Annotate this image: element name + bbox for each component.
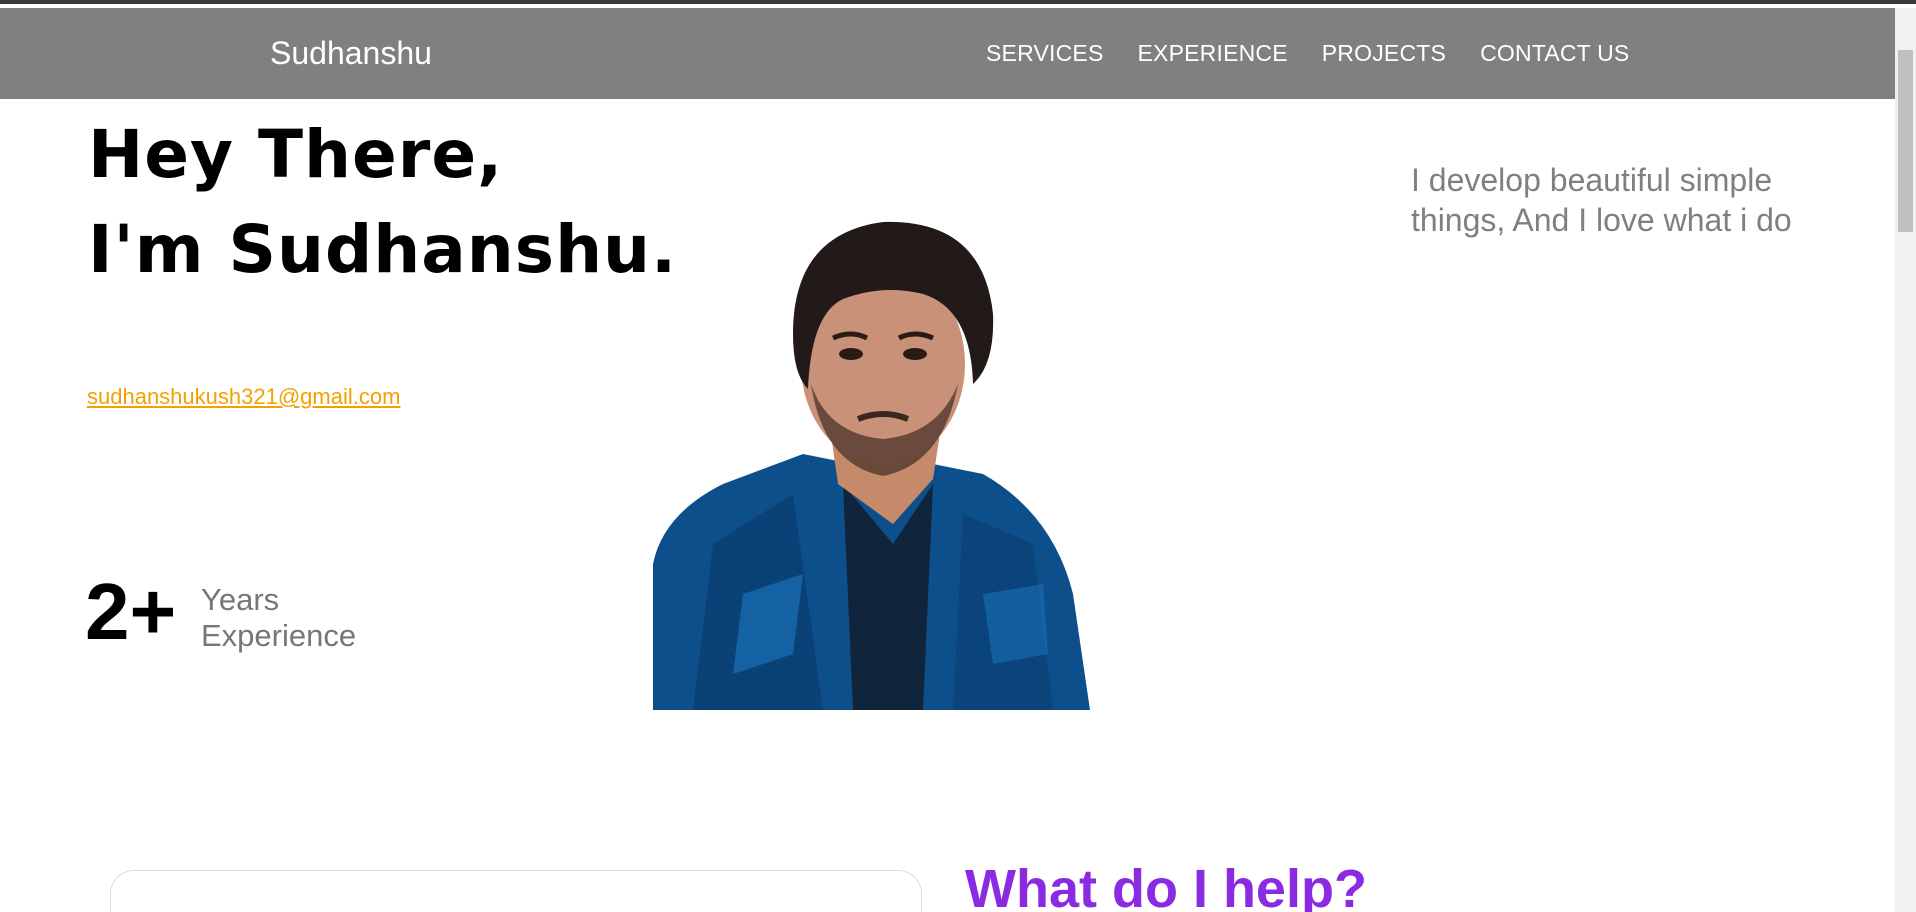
- profile-photo: [653, 221, 1090, 710]
- brand-logo[interactable]: Sudhanshu: [270, 35, 432, 72]
- left-eye: [839, 348, 863, 360]
- nav-link-experience[interactable]: EXPERIENCE: [1138, 40, 1288, 67]
- nav-link-contact[interactable]: CONTACT US: [1480, 40, 1629, 67]
- hero-greeting: Hey There,: [88, 116, 504, 193]
- jacket-highlight-right: [983, 584, 1048, 664]
- service-card-title: [261, 901, 451, 912]
- email-link[interactable]: sudhanshukush321@gmail.com: [87, 384, 400, 410]
- page-scrollbar[interactable]: [1895, 8, 1916, 912]
- experience-count: 2+: [85, 567, 177, 656]
- nav-menu: SERVICES EXPERIENCE PROJECTS CONTACT US: [986, 40, 1629, 67]
- nav-link-services[interactable]: SERVICES: [986, 40, 1104, 67]
- top-navbar: Sudhanshu SERVICES EXPERIENCE PROJECTS C…: [0, 8, 1895, 99]
- help-section-title: What do I help?: [965, 859, 1367, 912]
- experience-label: Years Experience: [201, 582, 356, 654]
- browser-viewport: Sudhanshu SERVICES EXPERIENCE PROJECTS C…: [0, 0, 1916, 912]
- nav-link-projects[interactable]: PROJECTS: [1322, 40, 1446, 67]
- hero-name: I'm Sudhanshu.: [88, 211, 678, 288]
- right-eye: [903, 348, 927, 360]
- scrollbar-thumb[interactable]: [1898, 50, 1913, 232]
- hero-tagline: I develop beautiful simple things, And I…: [1411, 162, 1792, 238]
- experience-label-line2: Experience: [201, 618, 357, 653]
- service-card: [110, 870, 922, 912]
- experience-label-line1: Years: [201, 582, 280, 617]
